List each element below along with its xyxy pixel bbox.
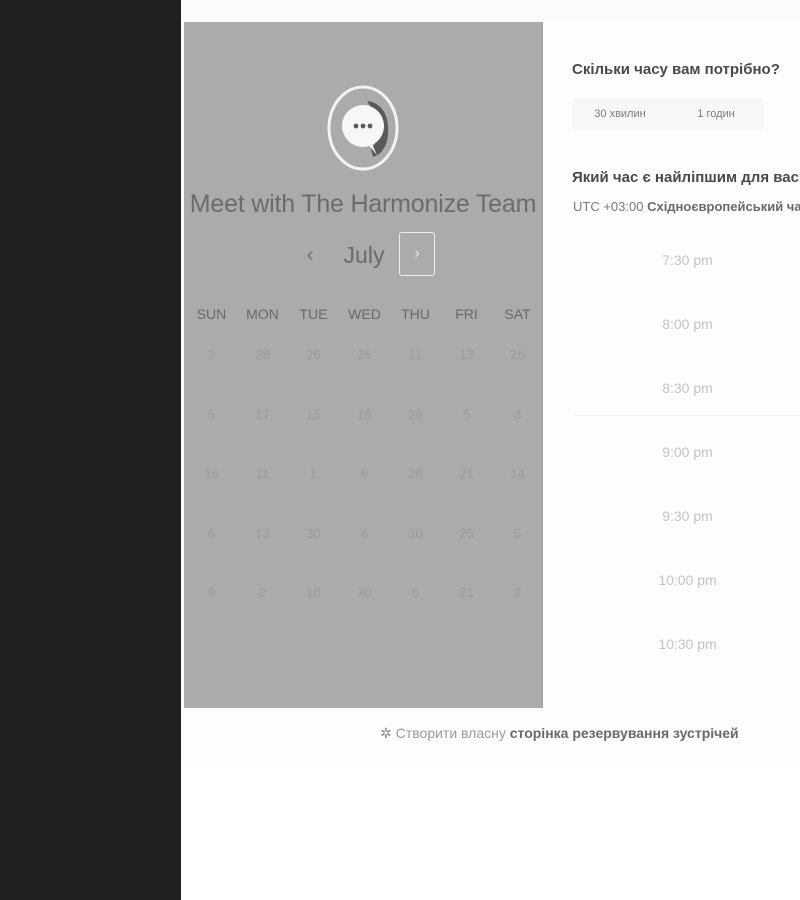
timezone-selector[interactable]: UTC +03:00 Східноєвропейський час	[573, 199, 800, 214]
calendar-day[interactable]: 13	[237, 526, 288, 586]
weekday-label: THU	[401, 306, 430, 322]
footer-promo-link[interactable]: ✲ Створити власну сторінка резервування з…	[380, 725, 739, 742]
lower-page-area	[181, 762, 800, 900]
calendar-title: Meet with The Harmonize Team	[189, 190, 537, 218]
next-month-button[interactable]: ›	[399, 232, 435, 276]
month-navigation: ‹ July ›	[184, 232, 542, 278]
calendar-day[interactable]: 17	[237, 407, 288, 467]
sprocket-icon: ✲	[380, 725, 392, 741]
calendar-day[interactable]: 5	[186, 407, 237, 467]
calendar-day[interactable]: 9	[186, 585, 237, 645]
previous-month-button[interactable]: ‹	[296, 242, 324, 268]
calendar-day[interactable]: 30	[339, 585, 390, 645]
calendar-day[interactable]: 6	[186, 526, 237, 586]
time-slot[interactable]: 8:00 pm	[575, 292, 800, 356]
duration-question: Скільки часу вам потрібно?	[572, 61, 780, 78]
duration-selector: 30 хвилин 1 годин	[572, 98, 764, 130]
calendar-day[interactable]: 2	[492, 585, 543, 645]
calendar-day[interactable]: 26	[288, 347, 339, 407]
calendar-day[interactable]: 13	[441, 347, 492, 407]
calendar-day[interactable]: 6	[339, 466, 390, 526]
time-slot[interactable]: 7:30 pm	[575, 228, 800, 292]
calendar-day[interactable]: 5	[492, 526, 543, 586]
calendar-day[interactable]: 1	[288, 466, 339, 526]
weekday-label: SAT	[504, 306, 531, 322]
time-question: Який час є найліпшим для вас?	[572, 169, 800, 186]
month-label: July	[343, 242, 385, 268]
calendar-day[interactable]: 21	[441, 466, 492, 526]
footer-prefix: Створити власну	[395, 725, 506, 741]
weekday-label: SUN	[196, 306, 227, 322]
calendar-day[interactable]: 30	[288, 526, 339, 586]
time-slot[interactable]: 9:30 pm	[575, 484, 800, 548]
chat-bubble-logo-icon	[327, 85, 399, 171]
calendar-day[interactable]: 25	[492, 347, 543, 407]
timezone-offset: UTC +03:00	[573, 199, 644, 214]
calendar-day[interactable]: 28	[237, 347, 288, 407]
calendar-day[interactable]: 18	[339, 407, 390, 467]
calendar-day[interactable]: 28	[390, 466, 441, 526]
calendar-day[interactable]: 25	[441, 526, 492, 586]
calendar-day[interactable]: 14	[492, 466, 543, 526]
time-slot[interactable]: 10:00 pm	[575, 548, 800, 612]
calendar-day[interactable]: 26	[390, 407, 441, 467]
calendar-day[interactable]: 26	[339, 347, 390, 407]
timezone-name: Східноєвропейський час	[647, 199, 800, 214]
time-slot[interactable]: 8:30 pm	[575, 356, 800, 420]
duration-option-1-hour[interactable]: 1 годин	[668, 98, 764, 130]
calendar-panel: Meet with The Harmonize Team ‹ July › SU…	[184, 22, 543, 708]
calendar-day[interactable]: 11	[390, 347, 441, 407]
left-dark-background	[0, 0, 181, 900]
calendar-day[interactable]: 2	[237, 585, 288, 645]
time-slot[interactable]: 10:30 pm	[575, 612, 800, 676]
weekday-label: FRI	[455, 306, 478, 322]
weekday-label: TUE	[299, 306, 328, 322]
weekday-label: MON	[246, 306, 279, 322]
slot-divider	[575, 415, 800, 416]
calendar-day[interactable]: 6	[339, 526, 390, 586]
calendar-day-grid: 2 28 26 26 11 13 25 5 17 15 18 26 5 3 16…	[186, 347, 544, 645]
calendar-day[interactable]: 3	[492, 407, 543, 467]
calendar-day[interactable]: 21	[441, 585, 492, 645]
calendar-day[interactable]: 15	[288, 407, 339, 467]
calendar-day[interactable]: 11	[237, 466, 288, 526]
weekday-label: WED	[348, 306, 381, 322]
calendar-day[interactable]: 30	[390, 526, 441, 586]
duration-option-30-min[interactable]: 30 хвилин	[572, 98, 668, 130]
calendar-day[interactable]: 5	[390, 585, 441, 645]
top-strip	[181, 0, 800, 22]
weekday-header: SUN MON TUE WED THU FRI SAT	[186, 306, 544, 326]
calendar-day[interactable]: 5	[441, 407, 492, 467]
time-slot[interactable]: 9:00 pm	[575, 420, 800, 484]
footer-link-text: сторінка резервування зустрічей	[509, 725, 739, 741]
calendar-day[interactable]: 16	[186, 466, 237, 526]
calendar-day[interactable]: 10	[288, 585, 339, 645]
calendar-day[interactable]: 2	[186, 347, 237, 407]
